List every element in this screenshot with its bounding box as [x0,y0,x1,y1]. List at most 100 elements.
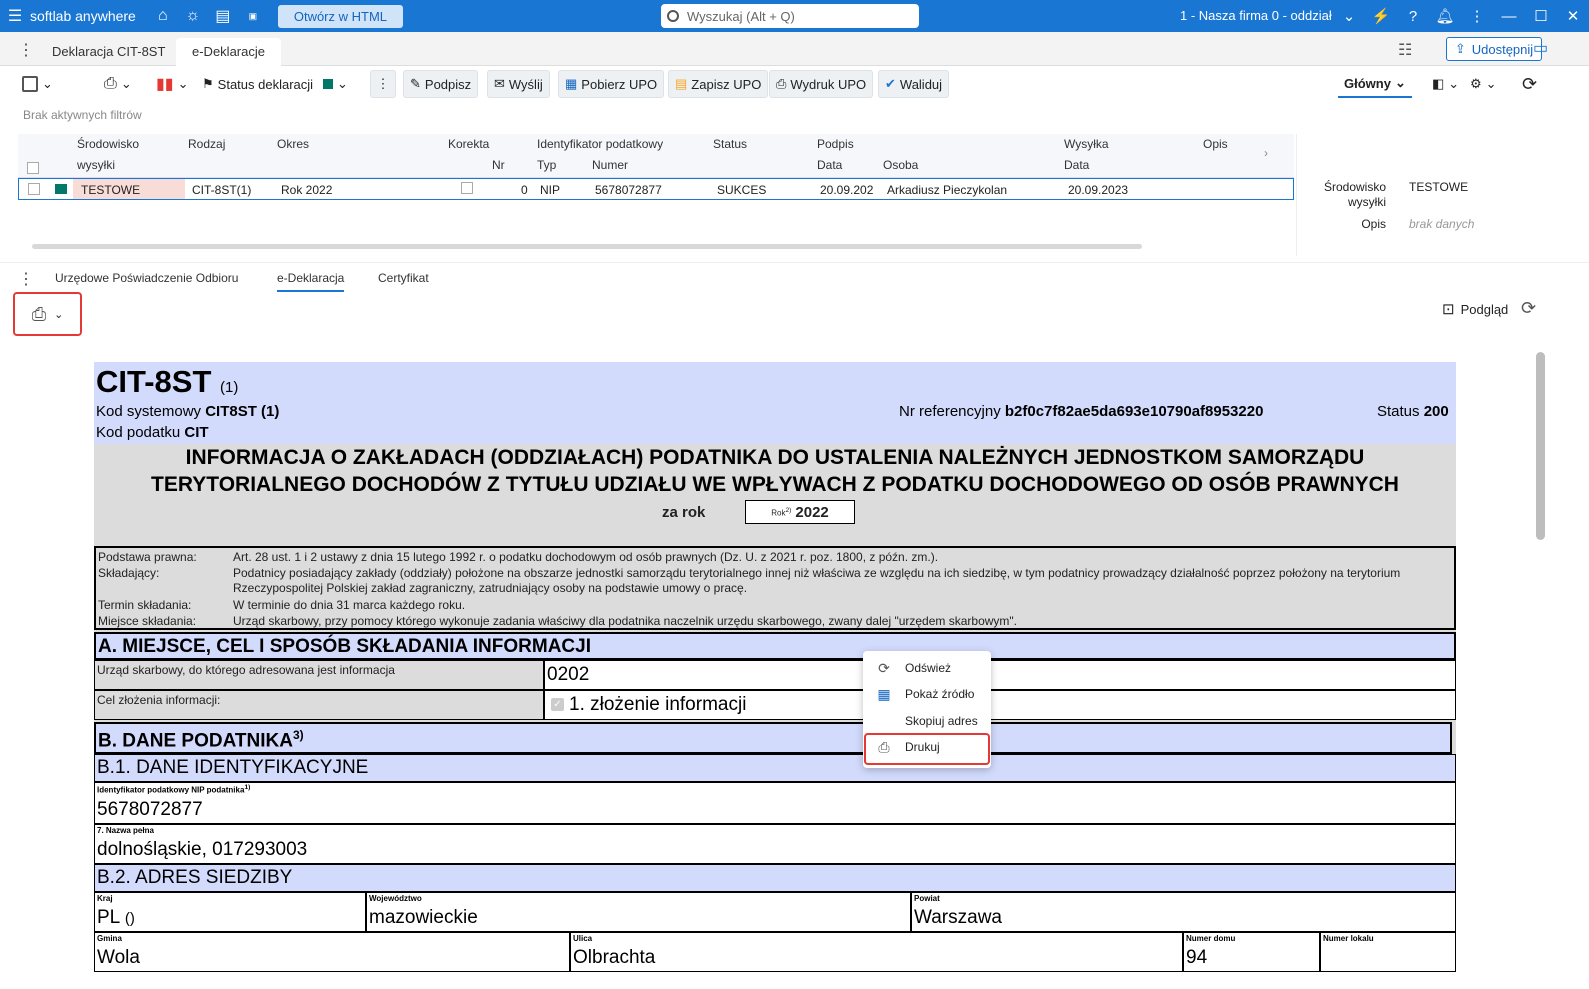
waliduj-button[interactable]: ✔ Waliduj [878,70,950,98]
bell-icon[interactable]: 🔔︎ [1429,7,1461,25]
save-icon: ▤ [675,76,688,91]
window-controls: ⌄ ⚡ ? 🔔︎ ⋮ — ☐ ✕ [1333,0,1589,32]
print-dropdown-top[interactable]: ⎙ ⌄ [98,70,138,98]
col-wysylka[interactable]: Wysyłka [1064,137,1109,151]
waliduj-label: Waliduj [899,76,943,92]
col-podpis-data[interactable]: Data [817,158,842,172]
legal-label: Podstawa prawna: [98,550,197,564]
declarations-grid: Środowisko wysyłki Rodzaj Okres Korekta … [18,134,1294,256]
sun-icon[interactable]: ☼ [178,0,208,32]
korekta-checkbox [461,182,473,194]
tab-e-deklaracje[interactable]: e-Deklaracje [176,38,281,66]
urzad-value: 0202 [547,664,590,685]
podpisz-button[interactable]: ✎ Podpisz [403,70,479,98]
col-okres[interactable]: Okres [277,137,309,151]
flag-icon: ⚑ [202,76,214,91]
cell-wysylka-data: 20.09.2023 [1068,183,1129,197]
table-row[interactable]: TESTOWE CIT-8ST(1) Rok 2022 0 NIP 567807… [18,178,1294,200]
info-dropdown[interactable]: ⌄ [16,70,59,98]
select-all-checkbox[interactable] [27,162,39,174]
printer-icon: ⎙ [31,303,47,324]
cell-okres: Rok 2022 [281,183,333,197]
col-status[interactable]: Status [713,137,747,151]
offline-icon[interactable]: ⚡ [1365,7,1397,25]
dashboard-icon[interactable]: ▤ [208,0,238,32]
view-selector[interactable]: Główny ⌄ [1338,70,1412,98]
refresh-icon[interactable]: ⟳ [1516,70,1543,98]
open-html-button[interactable]: Otwórz w HTML [277,4,404,28]
legal-text: Art. 28 ust. 1 i 2 ustawy z dnia 15 lute… [233,550,939,564]
col-osoba[interactable]: Osoba [883,158,918,172]
col-podpis[interactable]: Podpis [817,137,854,151]
download-icon: ▦ [565,76,578,91]
horizontal-scrollbar[interactable] [32,244,1142,249]
col-korekta[interactable]: Korekta [448,137,489,151]
settings-dropdown[interactable]: ⚙ ⌄ [1464,70,1503,98]
list-icon[interactable]: ☷ [1398,40,1412,60]
menu-item-odswiez[interactable]: ⟳ Odśwież [863,655,991,681]
layout-dropdown[interactable]: ◧ ⌄ [1426,70,1465,98]
document-tabs: ⋮ Deklaracja CIT-8ST e-Deklaracje ☷ [0,32,1589,66]
detail-tabs: ⋮ Urzędowe Poświadczenie Odbioru e-Dekla… [0,262,1589,292]
col-wysylka-data[interactable]: Data [1064,158,1089,172]
vertical-scrollbar[interactable] [1536,352,1545,540]
gmina-field: Gmina Wola [94,932,570,972]
tab-deklaracja[interactable]: Deklaracja CIT-8ST [36,38,181,66]
menu-item-pokaz-zrodlo[interactable]: ▦ Pokaż źródło [863,681,991,707]
col-opis[interactable]: Opis [1203,137,1228,151]
za-rok-label: za rok [662,504,706,521]
col-numer[interactable]: Numer [592,158,628,172]
menu-item-label: Odśwież [905,661,952,675]
cel-value: 1. złożenie informacji [569,694,747,715]
company-selector[interactable]: 1 - Nasza firma 0 - oddział [1180,8,1332,23]
tab-e-deklaracja[interactable]: e-Deklaracja [277,271,345,292]
menu-item-skopiuj-adres[interactable]: Skopiuj adres [863,708,991,734]
cell-typ: NIP [540,183,561,197]
print-dropdown[interactable]: ⎙ ⌄ [13,292,82,336]
status-button[interactable]: ⚑ Status deklaracji ⌄ [196,70,354,98]
col-srodowisko[interactable]: Środowisko [77,137,139,151]
ulica-value: Olbrachta [573,947,656,968]
wydruk-upo-button[interactable]: ⎙ Wydruk UPO [769,70,874,98]
printer-icon: ⎙ [776,76,787,91]
chevron-right-icon[interactable]: › [1264,146,1268,160]
close-icon[interactable]: ✕ [1557,7,1589,25]
detail-tabs-menu-icon[interactable]: ⋮ [18,269,34,289]
cel-label: Cel złożenia informacji: [94,690,544,720]
hamburger-menu-icon[interactable]: ☰ [0,0,30,32]
kraj-label: Kraj [97,894,113,903]
nr-lokalu-field: Numer lokalu [1320,932,1456,972]
col-typ[interactable]: Typ [537,158,556,172]
tab-certyfikat[interactable]: Certyfikat [378,271,429,285]
bc-icon[interactable]: ▣ [238,0,268,32]
tab-upo[interactable]: Urzędowe Poświadczenie Odbioru [55,271,238,285]
pobierz-upo-button[interactable]: ▦ Pobierz UPO [558,70,665,98]
more-icon[interactable]: ⋮ [1461,7,1493,25]
share-icon: ⇪ [1454,41,1466,56]
refresh-icon[interactable]: ⟳ [1521,298,1536,319]
search-icon [667,10,679,22]
zapisz-upo-button[interactable]: ▤ Zapisz UPO [668,70,769,98]
maximize-icon[interactable]: ☐ [1525,7,1557,25]
chat-icon[interactable]: ▭ [1533,38,1548,58]
row-checkbox[interactable] [28,183,40,195]
tabs-menu-icon[interactable]: ⋮ [18,40,34,60]
more-button[interactable]: ⋮ [370,70,396,98]
chart-dropdown[interactable]: ▮▮ ⌄ [150,70,195,98]
nr-domu-value: 94 [1186,947,1208,968]
help-icon[interactable]: ? [1397,8,1429,25]
col-rodzaj[interactable]: Rodzaj [188,137,225,151]
share-button[interactable]: ⇪ Udostępnij [1446,37,1542,61]
preview-button[interactable]: ⊡ Podgląd [1442,300,1508,318]
wyslij-button[interactable]: ✉ Wyślij [487,70,550,98]
powiat-label: Powiat [914,894,940,903]
col-nr[interactable]: Nr [492,158,505,172]
home-icon[interactable]: ⌂ [148,0,178,32]
search-input[interactable]: Wyszukaj (Alt + Q) [661,4,919,28]
col-identyfikator[interactable]: Identyfikator podatkowy [537,137,663,151]
sign-icon: ✎ [410,76,421,91]
chevron-down-icon[interactable]: ⌄ [1333,7,1365,25]
cell-nr: 0 [521,183,528,197]
minimize-icon[interactable]: — [1493,8,1525,25]
zapisz-upo-label: Zapisz UPO [691,76,762,92]
